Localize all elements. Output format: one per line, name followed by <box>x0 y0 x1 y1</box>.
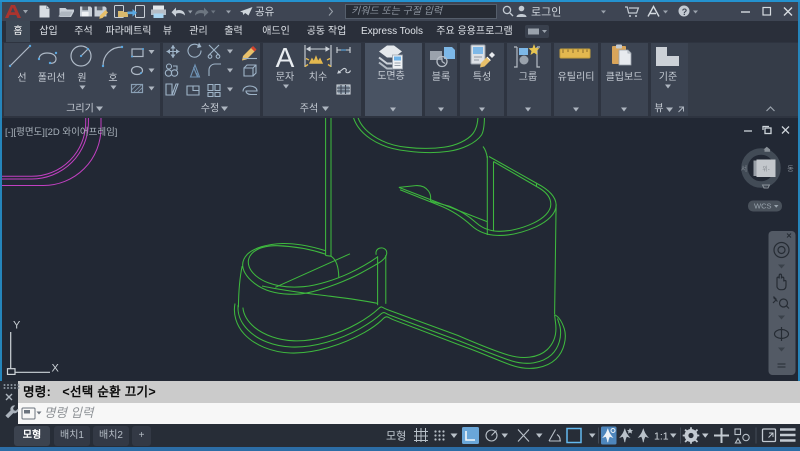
svg-text:도면층: 도면층 <box>377 70 405 82</box>
svg-text:블록: 블록 <box>432 71 450 83</box>
svg-text:그룹: 그룹 <box>519 71 537 83</box>
svg-text:1:1: 1:1 <box>654 431 669 443</box>
svg-text:선: 선 <box>17 72 26 84</box>
svg-text:?: ? <box>682 7 688 17</box>
svg-text:[-][평면도][2D 와이어프레임]: [-][평면도][2D 와이어프레임] <box>5 126 117 138</box>
svg-text:뷰: 뷰 <box>654 104 663 115</box>
svg-text:로그인: 로그인 <box>531 6 561 19</box>
svg-text:호: 호 <box>108 72 117 84</box>
svg-text:X: X <box>52 363 60 375</box>
svg-text:특성: 특성 <box>473 71 491 83</box>
svg-text:치수: 치수 <box>309 71 327 83</box>
svg-text:주석: 주석 <box>300 103 318 115</box>
svg-text:원: 원 <box>77 72 86 84</box>
svg-text:Y: Y <box>13 320 21 332</box>
svg-text:WCS: WCS <box>754 202 772 211</box>
svg-text:기준: 기준 <box>659 71 677 83</box>
svg-text:수정: 수정 <box>201 103 219 115</box>
svg-text:위-: 위- <box>762 165 770 173</box>
svg-text:모형: 모형 <box>386 430 406 443</box>
svg-text:폴리선: 폴리선 <box>38 72 66 84</box>
svg-text:동: 동 <box>787 165 794 173</box>
svg-text:그리기: 그리기 <box>66 103 94 115</box>
svg-text:서: 서 <box>741 164 747 173</box>
svg-text:클립보드: 클립보드 <box>606 70 643 83</box>
svg-text:A: A <box>276 42 295 73</box>
svg-text:공유: 공유 <box>255 6 275 18</box>
svg-text:유틸리티: 유틸리티 <box>558 70 595 83</box>
